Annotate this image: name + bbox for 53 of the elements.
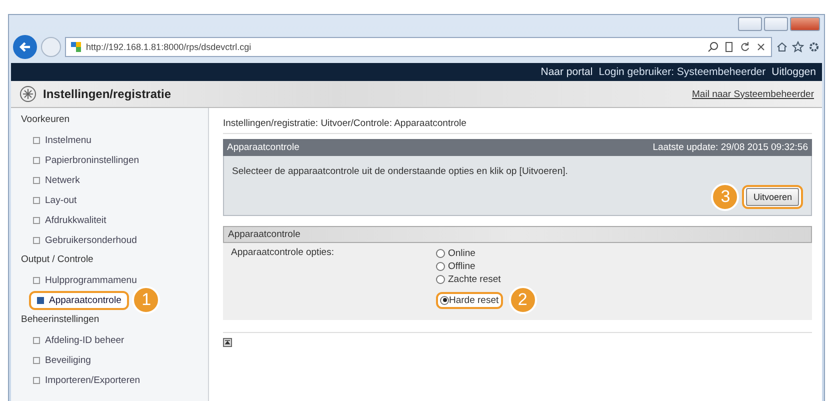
sidebar-item[interactable]: Gebruikersonderhoud <box>29 234 141 246</box>
last-update: Laatste update: 29/08 2015 09:32:56 <box>652 142 808 153</box>
radio-button[interactable] <box>436 274 445 284</box>
section-title: Apparaatcontrole <box>228 229 300 240</box>
sidebar-item[interactable]: Afdeling-ID beheer <box>29 334 128 346</box>
step-badge: 1 <box>132 286 160 314</box>
panel-title: Apparaatcontrole <box>227 142 300 153</box>
close-icon[interactable] <box>755 41 767 53</box>
refresh-icon[interactable] <box>739 41 751 53</box>
radio-button[interactable] <box>436 248 445 258</box>
sidebar-item[interactable]: Apparaatcontrole <box>33 294 126 306</box>
settings-icon[interactable] <box>808 41 820 53</box>
sidebar-item[interactable]: Hulpprogrammamenu <box>29 274 141 286</box>
search-icon[interactable] <box>707 41 719 53</box>
breadcrumb: Instellingen/registratie: Uitvoer/Controle: Apparaatcontrole <box>223 118 812 134</box>
maximize-button[interactable] <box>764 17 788 31</box>
page-top-icon[interactable] <box>223 338 232 347</box>
back-button[interactable] <box>13 35 37 59</box>
sidebar-item[interactable]: Papierbroninstellingen <box>29 154 144 166</box>
sidebar-heading: Voorkeuren <box>20 113 71 127</box>
back-arrow-icon[interactable] <box>18 40 32 54</box>
field-label: Apparaatcontrole opties: <box>231 247 335 260</box>
url-text: http://192.168.1.81:8000/rps/dsdevctrl.cgi <box>86 42 252 52</box>
radio-button[interactable] <box>436 262 445 270</box>
execute-button[interactable]: Uitvoeren <box>746 188 799 206</box>
sidebar-heading: Output / Controle <box>20 253 94 267</box>
star-icon[interactable] <box>792 41 804 53</box>
sidebar-item[interactable]: Netwerk <box>29 174 84 186</box>
sidebar-item[interactable]: Lay-out <box>29 194 81 206</box>
radio-label[interactable]: Harde reset <box>449 294 499 306</box>
user-label: Login gebruiker: Systeembeheerder <box>598 66 766 78</box>
site-icon <box>70 41 82 53</box>
home-icon[interactable] <box>776 41 788 53</box>
address-bar[interactable]: http://192.168.1.81:8000/rps/dsdevctrl.cgi <box>65 37 772 57</box>
top-link[interactable]: Uitloggen <box>772 66 816 78</box>
radio-label[interactable]: Zachte reset <box>448 274 501 284</box>
top-link[interactable]: Naar portal <box>540 66 593 78</box>
sidebar-heading: Beheerinstellingen <box>20 313 100 327</box>
mail-link[interactable]: Mail naar Systeembeheerder <box>692 88 814 100</box>
minimize-button[interactable] <box>738 17 762 31</box>
radio-label[interactable]: Offline <box>448 260 476 272</box>
sidebar-item[interactable]: Importeren/Exporteren <box>29 374 144 386</box>
settings-emblem-icon <box>19 85 37 103</box>
sidebar-item[interactable]: Instelmenu <box>29 134 96 146</box>
instruction-text: Selecteer de apparaatcontrole uit de onderstaande opties en klik op [Uitvoeren]. <box>232 166 569 177</box>
page-icon[interactable] <box>723 41 735 53</box>
radio-label[interactable]: Online <box>448 248 476 258</box>
page-title: Instellingen/registratie <box>43 87 172 101</box>
step-badge: 3 <box>711 183 740 211</box>
sidebar-item[interactable]: Beveiliging <box>29 354 95 366</box>
radio-button[interactable] <box>440 296 449 304</box>
sidebar-item[interactable]: Afdrukkwaliteit <box>29 214 110 226</box>
step-badge: 2 <box>508 286 537 314</box>
